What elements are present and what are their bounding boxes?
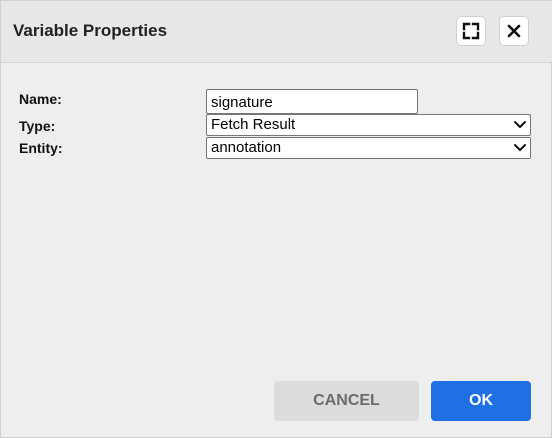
- entity-select-value: annotation: [211, 139, 282, 156]
- maximize-button[interactable]: [456, 16, 486, 46]
- entity-select[interactable]: annotation: [206, 137, 531, 159]
- type-select[interactable]: Fetch Result: [206, 114, 531, 136]
- cancel-button[interactable]: CANCEL: [274, 381, 419, 421]
- ok-button[interactable]: OK: [431, 381, 531, 421]
- chevron-down-icon: [514, 121, 526, 128]
- close-icon: [507, 24, 521, 38]
- type-label: Type:: [19, 118, 56, 134]
- variable-properties-dialog: Variable Properties Name: Type: Fetch Re…: [0, 0, 552, 438]
- maximize-icon: [462, 22, 480, 40]
- chevron-down-icon: [514, 144, 526, 151]
- type-select-value: Fetch Result: [211, 116, 296, 133]
- dialog-title-bar: Variable Properties: [1, 1, 552, 63]
- name-input[interactable]: [206, 89, 418, 114]
- close-button[interactable]: [499, 16, 529, 46]
- entity-label: Entity:: [19, 140, 63, 156]
- name-label: Name:: [19, 91, 62, 107]
- dialog-title: Variable Properties: [13, 21, 168, 40]
